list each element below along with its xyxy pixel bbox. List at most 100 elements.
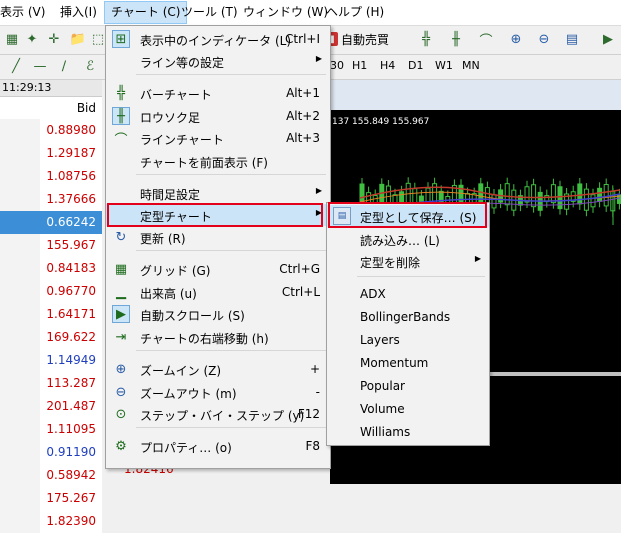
market-watch-row[interactable]: 0.91190 [0, 441, 102, 464]
template-menu-item[interactable]: 定型を削除 ▶ [327, 250, 489, 272]
candle [491, 194, 497, 209]
chart-menu-item[interactable]: ⊞ 表示中のインディケータ (L) Ctrl+I [106, 28, 330, 50]
chart-menu-item[interactable]: ▦ グリッド (G) Ctrl+G [106, 258, 330, 280]
timeframe-m30[interactable]: 30 [330, 59, 344, 72]
auto-trading-button[interactable]: ■ 自動売買 [322, 29, 389, 49]
menu-item-label: 更新 (R) [140, 232, 186, 246]
market-watch-row[interactable]: 0.88980 [0, 119, 102, 142]
bar-chart-toolbar-icon[interactable]: ╬ [416, 29, 436, 49]
template-menu-item[interactable]: Williams [327, 421, 489, 443]
bid-value: 0.84183 [46, 261, 96, 275]
market-watch-row[interactable]: 169.622 [0, 326, 102, 349]
chart-menu-item[interactable]: ⊖ ズームアウト (m) - [106, 381, 330, 403]
candle [590, 194, 596, 208]
template-item-label: Layers [360, 333, 400, 347]
market-watch-row[interactable]: 1.37666 [0, 188, 102, 211]
candlestick-toolbar-icon[interactable]: ╫ [446, 29, 466, 49]
timeframe-d1[interactable]: D1 [408, 59, 423, 72]
zoom-in-icon: ⊕ [115, 361, 127, 377]
chart-dropdown-menu: ⊞ 表示中のインディケータ (L) Ctrl+I ライン等の設定 ▶ ╬ バーチャート Alt… [105, 25, 331, 469]
chart-menu-item[interactable]: ⇥ チャートの右端移動 (h) [106, 326, 330, 348]
template-menu-item[interactable]: Momentum [327, 352, 489, 374]
candle [425, 187, 431, 204]
timeframe-h1[interactable]: H1 [352, 59, 367, 72]
chart-menu-item[interactable]: ╫ ロウソク足 Alt+2 [106, 105, 330, 127]
bid-column-header[interactable]: Bid [77, 101, 96, 115]
market-watch-row[interactable]: 155.967 [0, 234, 102, 257]
menu-help[interactable]: ヘルプ (H) [326, 5, 384, 20]
market-watch-row[interactable]: 0.84183 [0, 257, 102, 280]
step-icon: ⊙ [115, 406, 127, 422]
menu-item-shortcut: Alt+3 [286, 131, 320, 145]
tile-windows-icon[interactable]: ▤ [562, 29, 582, 49]
timeframe-h4[interactable]: H4 [380, 59, 395, 72]
hline-tool-icon[interactable]: — [30, 56, 50, 76]
chart-menu-item[interactable]: チャートを前面表示 (F) [106, 150, 330, 172]
menu-view[interactable]: 表示 (V) [0, 5, 45, 20]
template-item-label: ADX [360, 287, 386, 301]
trendline-tool-icon[interactable]: ∕ [54, 56, 74, 76]
menu-item-shortcut: Alt+2 [286, 109, 320, 123]
chart-menu-item[interactable]: ▶ 自動スクロール (S) [106, 303, 330, 325]
symbol-cell [0, 142, 40, 165]
submenu-arrow-icon: ▶ [315, 186, 322, 195]
market-watch-row[interactable]: 1.14949 [0, 349, 102, 372]
zoom-out-toolbar-icon[interactable]: ⊖ [534, 29, 554, 49]
market-watch-row[interactable]: 1.82390 [0, 510, 102, 533]
template-menu-item[interactable]: Popular [327, 375, 489, 397]
chart-menu-item[interactable]: ⊙ ステップ・バイ・ステップ (y) F12 [106, 403, 330, 425]
template-menu-item[interactable]: Volume [327, 398, 489, 420]
chart-menu-item[interactable]: 時間足設定 ▶ [106, 182, 330, 204]
menu-insert[interactable]: 挿入(I) [60, 5, 97, 20]
bid-value: 0.58942 [46, 468, 96, 482]
timeframe-mn[interactable]: MN [462, 59, 480, 72]
chart-menu-item[interactable]: ▁ 出来高 (u) Ctrl+L [106, 281, 330, 303]
new-order-icon[interactable]: ▦ [2, 29, 22, 49]
candle [504, 183, 510, 206]
market-watch-row[interactable]: 113.287 [0, 372, 102, 395]
menu-separator [136, 250, 326, 251]
menu-item-shortcut: Alt+1 [286, 86, 320, 100]
chart-menu-item[interactable]: ライン等の設定 ▶ [106, 50, 330, 72]
candle [550, 184, 556, 204]
menu-item-label: ラインチャート [140, 133, 224, 147]
bid-value: 1.64171 [46, 307, 96, 321]
market-watch-row[interactable]: 175.267 [0, 487, 102, 510]
chart-menu-item[interactable]: ╬ バーチャート Alt+1 [106, 82, 330, 104]
submenu-arrow-icon: ▶ [474, 254, 481, 263]
bid-value: 201.487 [46, 399, 96, 413]
line-chart-toolbar-icon[interactable]: ⌒ [476, 29, 496, 49]
chart-menu-item[interactable]: ⌒ ラインチャート Alt+3 [106, 127, 330, 149]
menu-item-label: 出来高 (u) [140, 287, 197, 301]
market-watch-row[interactable]: 1.08756 [0, 165, 102, 188]
market-watch-row[interactable]: 1.11095 [0, 418, 102, 441]
menu-window[interactable]: ウィンドウ (W) [243, 5, 328, 20]
market-watch-row[interactable]: 0.96770 [0, 280, 102, 303]
chart-menu-item[interactable]: ⚙ プロパティ… (o) F8 [106, 435, 330, 457]
menu-tools[interactable]: ツール (T) [181, 5, 238, 20]
menu-separator [136, 350, 326, 351]
template-menu-item[interactable]: BollingerBands [327, 306, 489, 328]
symbol-cell [0, 441, 40, 464]
crosshair-icon[interactable]: ✛ [44, 29, 64, 49]
zoom-in-toolbar-icon[interactable]: ⊕ [506, 29, 526, 49]
market-watch-row[interactable]: 1.29187 [0, 142, 102, 165]
market-watch-row[interactable]: 0.66242 [0, 211, 102, 234]
navigator-icon[interactable]: ✦ [22, 29, 42, 49]
auto-scroll-toolbar-icon[interactable]: ▶ [598, 29, 618, 49]
menu-separator [136, 174, 326, 175]
menu-item-label: ズームイン (Z) [140, 364, 222, 378]
chart-menu-item[interactable]: ↻ 更新 (R) [106, 226, 330, 248]
menu-chart[interactable]: チャート (C) [104, 1, 188, 24]
auto-trading-label: 自動売買 [341, 32, 390, 47]
template-menu-item[interactable]: Layers [327, 329, 489, 351]
chart-menu-item[interactable]: ⊕ ズームイン (Z) + [106, 358, 330, 380]
template-menu-item[interactable]: 読み込み… (L) [327, 228, 489, 250]
folder-icon[interactable]: 📁 [68, 29, 88, 49]
template-menu-item[interactable]: ADX [327, 283, 489, 305]
line-tool-icon[interactable]: ╱ [6, 56, 26, 76]
market-watch-row[interactable]: 201.487 [0, 395, 102, 418]
timeframe-w1[interactable]: W1 [435, 59, 453, 72]
market-watch-row[interactable]: 1.64171 [0, 303, 102, 326]
fibo-tool-icon[interactable]: ℰ [80, 56, 100, 76]
